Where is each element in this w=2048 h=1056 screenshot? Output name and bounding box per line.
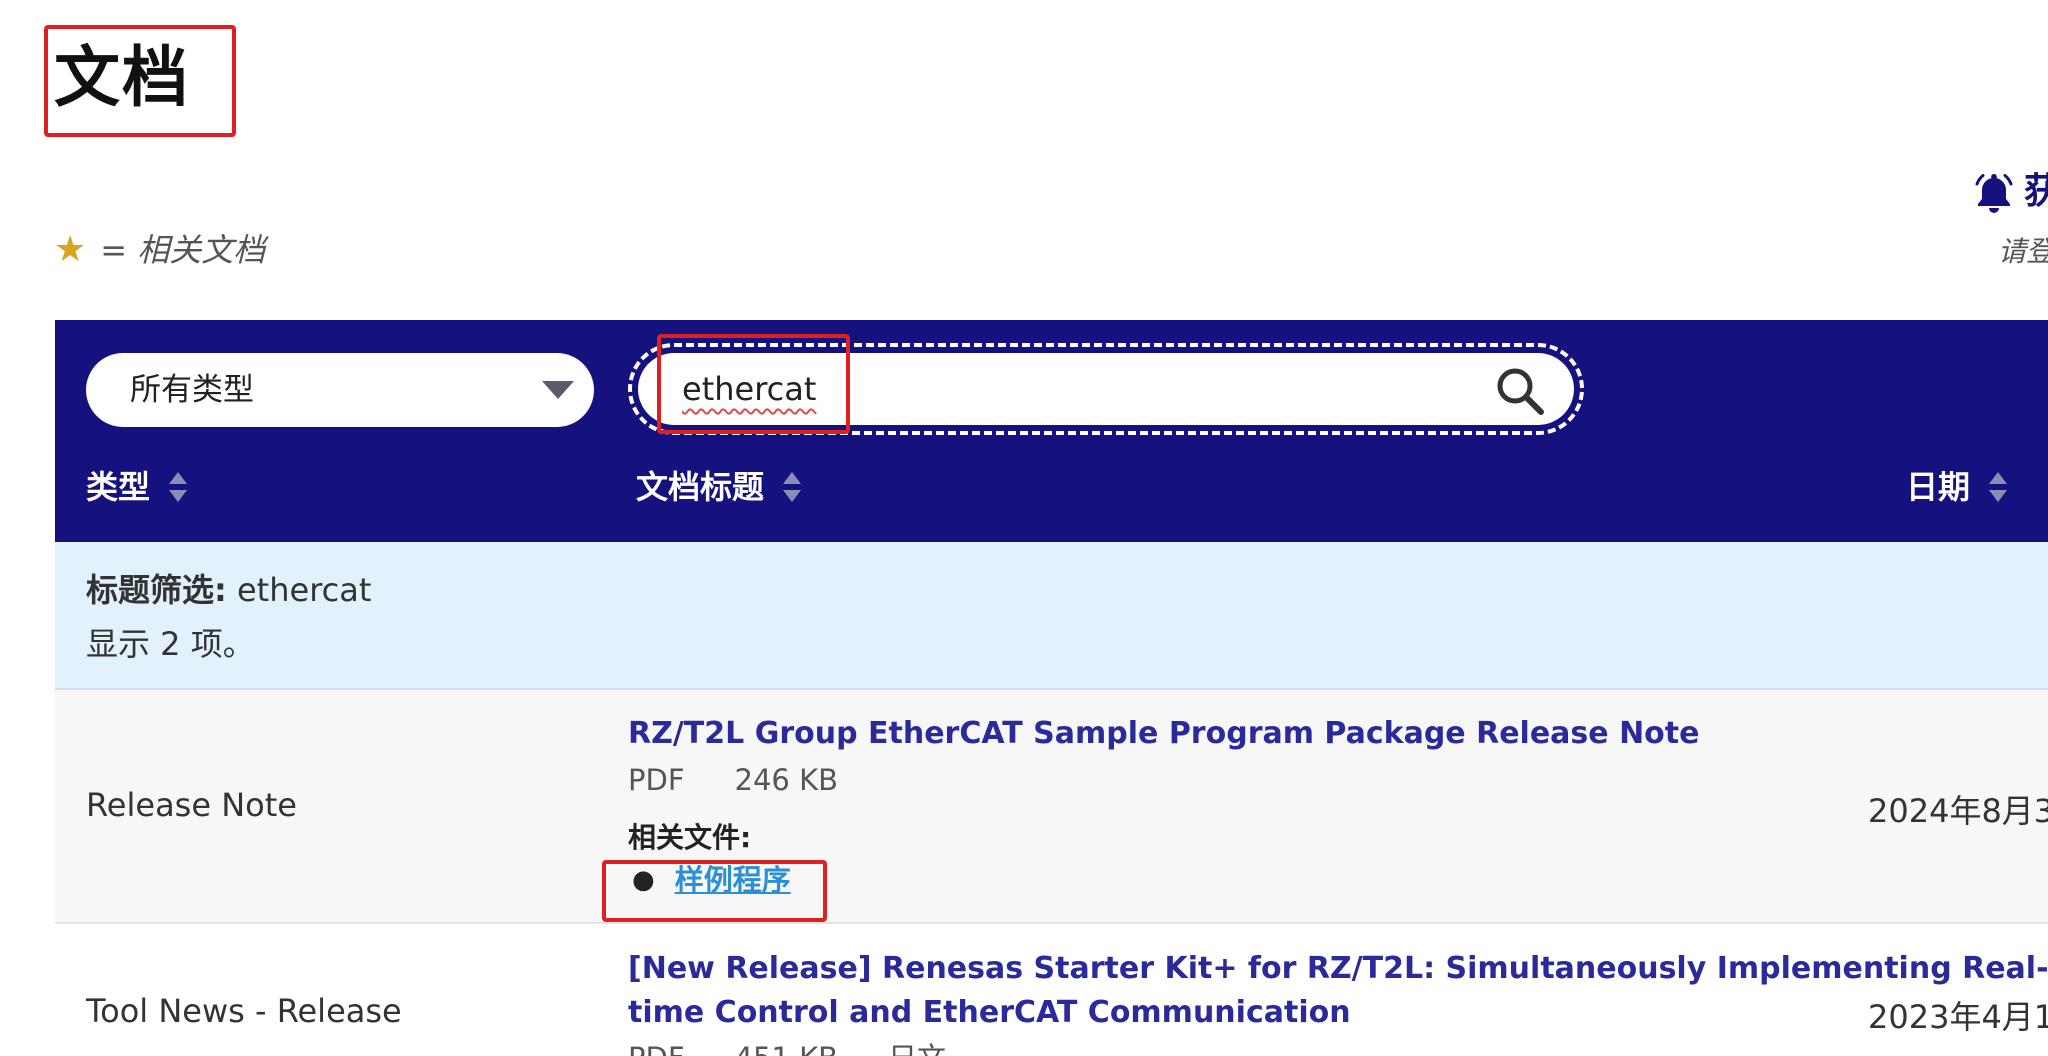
search-icon[interactable] xyxy=(1494,365,1546,417)
document-format: PDF xyxy=(628,1041,685,1056)
column-type-label: 类型 xyxy=(86,468,151,506)
row-date: 2024年8月3 xyxy=(1868,792,2048,830)
document-title-link-cont[interactable]: time Control and EtherCAT Communication xyxy=(628,991,1351,1035)
column-header-date[interactable]: 日期 xyxy=(1906,462,2008,512)
filter-label: 标题筛选: xyxy=(86,571,227,609)
related-file-link[interactable]: 样例程序 xyxy=(675,860,791,900)
row-type: Tool News - Release xyxy=(86,992,402,1030)
sort-icon xyxy=(1989,472,2008,502)
column-date-label: 日期 xyxy=(1906,468,1971,506)
notify-link[interactable]: 获 xyxy=(1972,170,2048,214)
filter-summary: 标题筛选: ethercat xyxy=(86,568,371,612)
star-icon: ★ xyxy=(54,229,87,270)
document-format: PDF xyxy=(628,763,685,797)
document-size: 246 KB xyxy=(734,763,838,797)
result-count: 显示 2 项。 xyxy=(86,625,255,663)
legend: ★ = 相关文档 xyxy=(54,228,265,272)
notify-label: 获 xyxy=(2024,171,2048,212)
legend-text: = 相关文档 xyxy=(100,231,266,269)
document-meta: PDF 246 KB xyxy=(628,760,888,800)
login-note: 请登 xyxy=(1998,235,2048,268)
search-box[interactable] xyxy=(638,353,1574,425)
search-input[interactable] xyxy=(682,353,1382,425)
filter-info-band xyxy=(55,542,2048,690)
filter-value: ethercat xyxy=(226,571,372,609)
related-files-label: 相关文件: xyxy=(628,821,752,854)
row-type: Release Note xyxy=(86,786,297,824)
documents-page: 文档 ★ = 相关文档 获 请登 所有类型 类型 文档标题 xyxy=(0,0,2048,1056)
type-filter-select[interactable]: 所有类型 xyxy=(86,353,594,427)
bell-icon xyxy=(1975,174,2013,213)
chevron-down-icon xyxy=(542,381,574,399)
sort-icon xyxy=(783,472,802,502)
document-size: 451 KB xyxy=(735,1041,838,1056)
type-filter-value: 所有类型 xyxy=(130,372,254,408)
row-date: 2023年4月1 xyxy=(1868,998,2048,1036)
column-header-title[interactable]: 文档标题 xyxy=(636,462,802,512)
column-header-type[interactable]: 类型 xyxy=(86,462,188,512)
column-title-label: 文档标题 xyxy=(636,468,765,506)
document-meta: PDF 451 KB 日文 xyxy=(628,1038,996,1056)
page-title: 文档 xyxy=(54,39,190,116)
document-title-link[interactable]: [New Release] Renesas Starter Kit+ for R… xyxy=(628,947,2048,991)
related-file-item: ● 样例程序 xyxy=(632,860,791,900)
sort-icon xyxy=(169,472,188,502)
document-language: 日文 xyxy=(888,1041,946,1056)
document-title-link[interactable]: RZ/T2L Group EtherCAT Sample Program Pac… xyxy=(628,712,1699,756)
bullet-icon: ● xyxy=(632,865,655,895)
